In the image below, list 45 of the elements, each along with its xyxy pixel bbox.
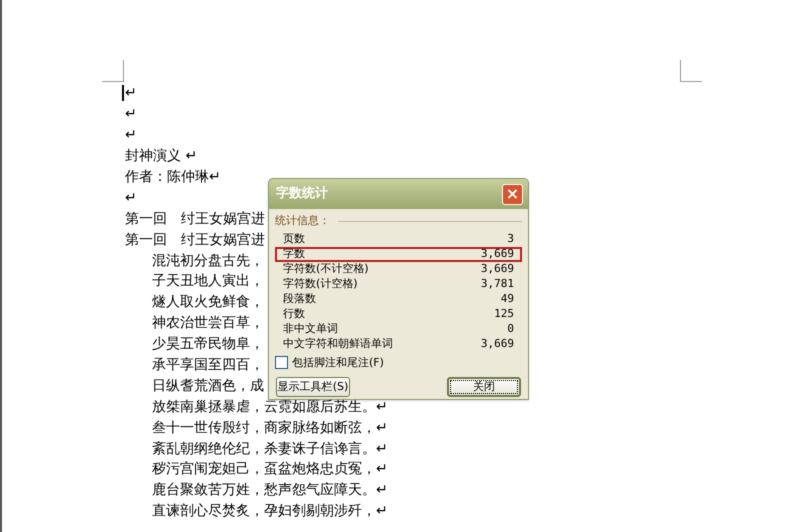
statistic-label: 中文字符和朝鲜语单词 [283,336,393,352]
document-line: 封神演义 ↵ [124,148,198,164]
document-line: 混沌初分盘古先， [151,252,264,269]
statistic-value: 3,781 [480,276,514,292]
document-line: 神农治世尝百草， [151,315,264,332]
document-line: ↵ [124,190,137,206]
statistic-value: 0 [507,320,514,337]
statistic-label: 页数 [283,230,305,247]
section-label: 统计信息： [275,213,330,229]
document-line: 第一回 纣王女娲宫进 [124,210,265,227]
crop-mark [680,60,702,82]
document-line: 鹿台聚敛苦万姓，愁声怨气应障天。↵ [151,482,388,498]
statistic-value: 3,669 [480,336,514,352]
document-line: 日纵耆荒酒色，成 [151,378,264,394]
statistic-value: 49 [500,290,514,307]
statistic-label: 字符数(计空格) [283,276,358,292]
checkbox-label: 包括脚注和尾注(F) [292,354,384,370]
document-line: 少昊五帝民物阜， [151,336,264,352]
statistic-label: 段落数 [283,290,316,307]
statistic-label: 行数 [283,306,305,322]
document-line: 紊乱朝纲绝伦纪，杀妻诛子信谗言。↵ [151,440,388,457]
statistic-label: 字符数(不计空格) [283,260,369,277]
document-line: ↵ [122,85,137,102]
document-line: 第一回 纣王女娲宫进 [124,232,265,248]
document-line: 燧人取火免鲜食， [151,294,264,310]
dialog-button[interactable]: 关闭 [447,377,521,397]
crop-mark [102,60,124,82]
checkbox[interactable] [275,356,288,370]
document-line: 子天丑地人寅出， [151,273,264,290]
document-line: 承平享国至四百， [151,357,264,374]
dialog-button[interactable]: 显示工具栏(S) [276,377,350,397]
statistic-label: 非中文单词 [283,320,338,337]
statistic-value: 3,669 [480,260,514,277]
close-button[interactable]: × [502,184,523,204]
window-title: 字数统计 [275,184,328,204]
document-line: 直谏剖心尽焚炙，孕妇刳剔朝涉歼，↵ [151,503,388,520]
statistic-value: 3 [507,230,514,247]
statistic-value: 3,669 [480,246,514,262]
document-line: ↵ [124,127,137,144]
document-line: 作者：陈仲琳↵ [124,169,221,185]
document-line: ↵ [124,106,137,122]
document-line: 放桀南巢拯暴虐，云霓如愿后苏生。↵ [151,398,388,415]
statistic-value: 125 [494,306,514,322]
document-line: 叁十一世传殷纣，商家脉络如断弦，↵ [151,420,388,436]
document-line: 秽污宫闱宠妲己，虿盆炮烙忠贞冤，↵ [151,461,388,478]
